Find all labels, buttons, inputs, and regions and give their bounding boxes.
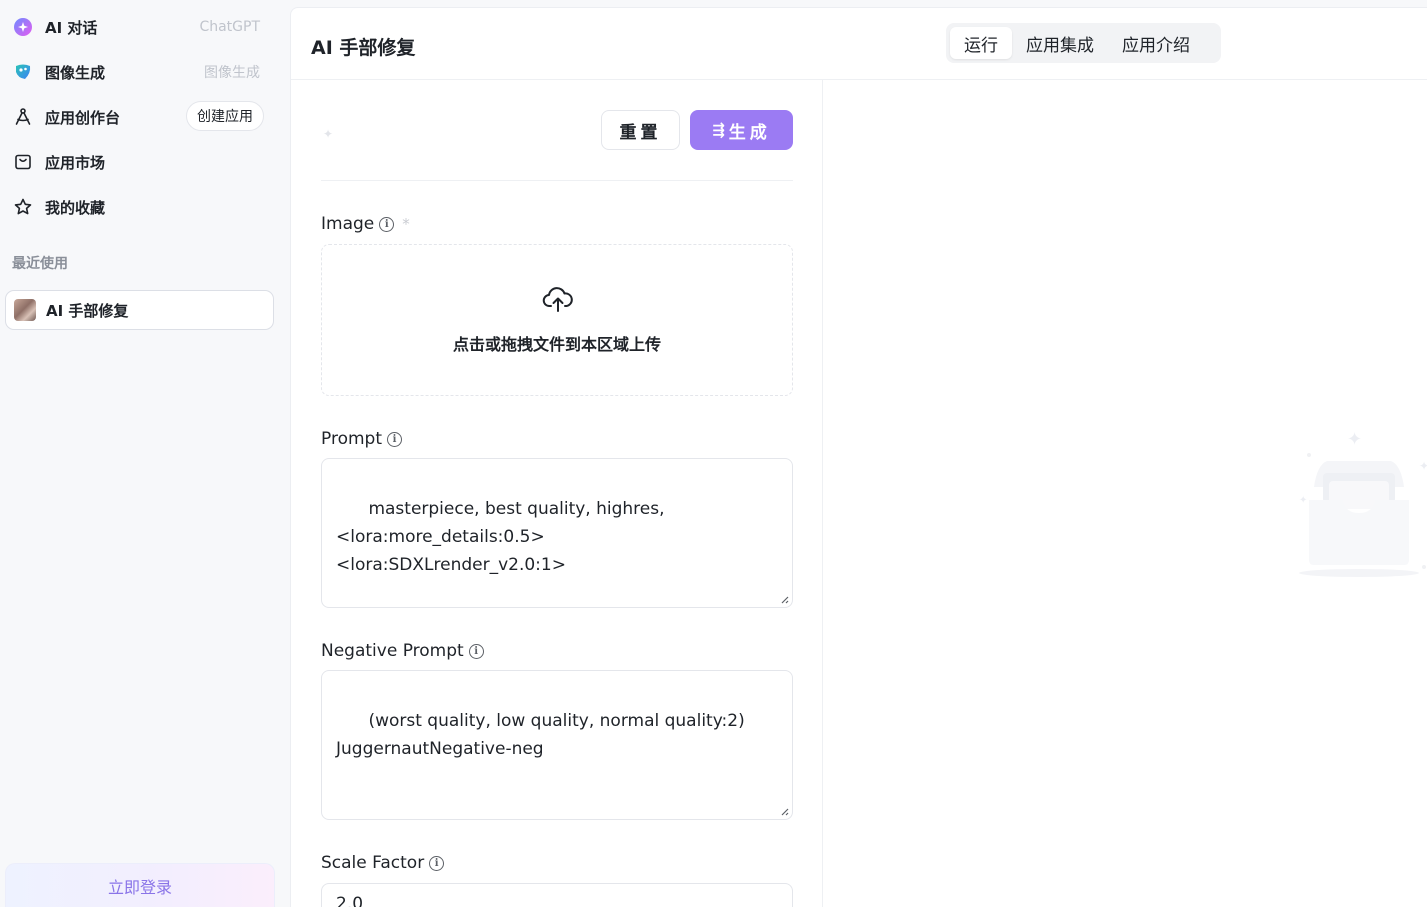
svg-text:✦: ✦ [1419, 459, 1427, 473]
recent-item-label: AI 手部修复 [46, 301, 129, 320]
negative-prompt-textarea[interactable]: (worst quality, low quality, normal qual… [321, 670, 793, 820]
resize-handle-icon[interactable] [779, 806, 789, 816]
recent-section-label: 最近使用 [12, 256, 68, 272]
info-icon[interactable]: i [468, 643, 484, 659]
image-upload-dropzone[interactable]: 点击或拖拽文件到本区域上传 [321, 244, 793, 396]
empty-box-illustration: ✦ ✦ ✦ [1299, 429, 1427, 577]
ai-chat-icon [12, 16, 34, 38]
sidebar-item-label: AI 对话 [45, 18, 98, 37]
app-thumbnail [14, 299, 36, 321]
reset-button[interactable]: 重置 [601, 110, 680, 150]
create-app-button[interactable]: 创建应用 [186, 101, 264, 131]
tab-integration[interactable]: 应用集成 [1012, 27, 1108, 59]
image-gen-icon [12, 61, 34, 83]
scale-factor-label-text: Scale Factor [321, 853, 425, 873]
generate-button[interactable]: ⇶ 生成 [690, 110, 793, 150]
image-label-text: Image [321, 214, 375, 234]
sidebar-item-favorites[interactable]: 我的收藏 [12, 189, 274, 225]
info-icon[interactable]: i [429, 855, 445, 871]
recent-item-hand-repair[interactable]: AI 手部修复 [5, 290, 274, 330]
info-icon[interactable]: i [387, 431, 402, 447]
star-icon [12, 196, 34, 218]
sidebar-item-ai-chat[interactable]: AI 对话 ChatGPT [12, 9, 274, 45]
tab-introduction[interactable]: 应用介绍 [1108, 27, 1204, 59]
resize-handle-icon[interactable] [779, 594, 789, 604]
negative-prompt-value: (worst quality, low quality, normal qual… [336, 711, 745, 759]
image-field-label: Image i * [321, 214, 410, 234]
sparkle-icon: ✦ [323, 127, 334, 141]
tab-bar: 运行 应用集成 应用介绍 [946, 23, 1221, 63]
scale-factor-field-label: Scale Factor i [321, 853, 445, 873]
sidebar-item-label: 图像生成 [45, 63, 106, 82]
sidebar-item-label: 应用市场 [45, 153, 106, 172]
upload-hint-text: 点击或拖拽文件到本区域上传 [452, 335, 661, 354]
prompt-textarea[interactable]: masterpiece, best quality, highres, <lor… [321, 458, 793, 608]
main-panel: AI 手部修复 运行 应用集成 应用介绍 ✦ 重置 ⇶ 生成 Image i *… [290, 7, 1427, 907]
divider [321, 180, 793, 181]
result-panel: ✦ ✦ ✦ [824, 80, 1427, 907]
page-title: AI 手部修复 [311, 37, 416, 59]
login-button[interactable]: 立即登录 [5, 863, 275, 907]
form-panel: ✦ 重置 ⇶ 生成 Image i * 点击或拖拽文件到本区域上传 Prompt… [291, 80, 823, 907]
sidebar-item-label: 我的收藏 [45, 198, 106, 217]
svg-text:✦: ✦ [1299, 495, 1307, 506]
sidebar-item-label: 应用创作台 [45, 108, 121, 127]
shopping-bag-icon [12, 151, 34, 173]
magic-wand-icon: ⇶ [712, 121, 725, 139]
sidebar-item-hint: 图像生成 [204, 65, 260, 81]
negative-prompt-field-label: Negative Prompt i [321, 641, 484, 661]
negative-prompt-label-text: Negative Prompt [321, 641, 464, 661]
generate-button-label: 生成 [728, 122, 771, 143]
cloud-upload-icon [542, 287, 573, 312]
page-header: AI 手部修复 运行 应用集成 应用介绍 [291, 8, 1427, 80]
info-icon[interactable]: i [379, 216, 395, 232]
tab-run[interactable]: 运行 [950, 27, 1012, 59]
svg-text:✦: ✦ [1347, 429, 1362, 450]
sidebar-item-app-market[interactable]: 应用市场 [12, 144, 274, 180]
prompt-label-text: Prompt [321, 429, 382, 449]
scale-factor-input[interactable]: 2.0 [321, 883, 793, 907]
compass-icon [12, 106, 34, 128]
prompt-value: masterpiece, best quality, highres, <lor… [336, 499, 665, 575]
sidebar-item-app-studio[interactable]: 应用创作台 创建应用 [12, 99, 274, 135]
sidebar-item-image-gen[interactable]: 图像生成 图像生成 [12, 54, 274, 90]
prompt-field-label: Prompt i [321, 429, 402, 449]
sidebar-item-hint: ChatGPT [199, 19, 260, 35]
required-mark: * [402, 215, 410, 233]
sidebar: AI 对话 ChatGPT 图像生成 图像生成 应用创作台 创建应用 应用市场 … [0, 0, 290, 907]
